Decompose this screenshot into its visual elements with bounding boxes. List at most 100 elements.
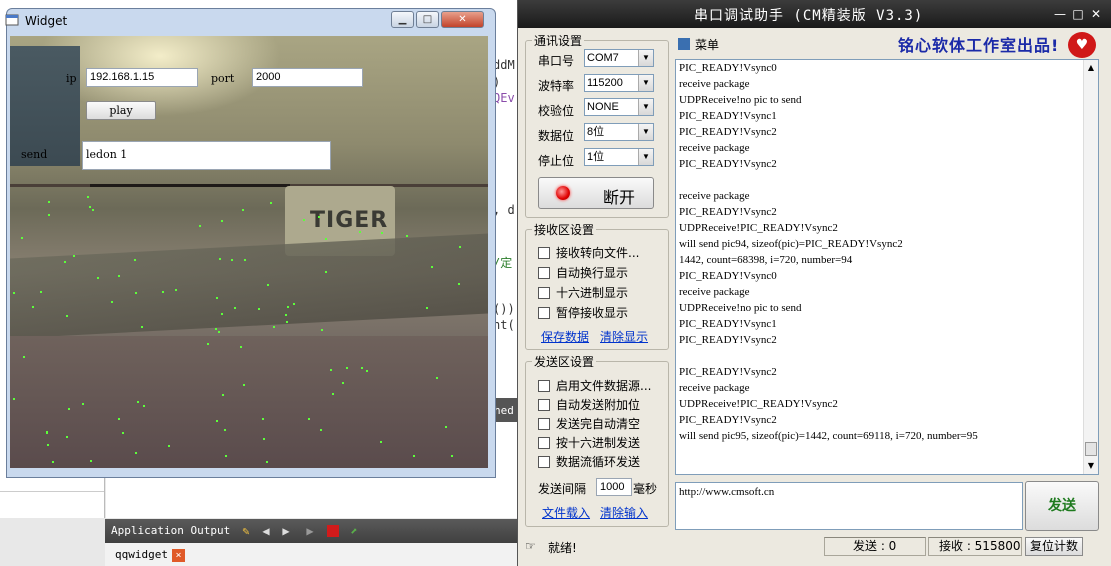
checkbox-box[interactable] <box>538 307 550 319</box>
checkbox-box[interactable] <box>538 418 550 430</box>
stopbits-select[interactable]: 1位 ▼ <box>584 148 654 166</box>
noise-dot <box>267 284 269 286</box>
send-input[interactable]: ledon 1 <box>82 141 331 170</box>
noise-dot <box>48 201 50 203</box>
receive-option-checkbox[interactable]: 十六进制显示 <box>538 284 628 301</box>
noise-dot <box>285 314 287 316</box>
send-option-checkbox[interactable]: 启用文件数据源... <box>538 377 651 394</box>
receive-line: receive package <box>679 286 750 298</box>
run-icon[interactable]: ▶ <box>303 524 317 538</box>
stopbits-value: 1位 <box>587 151 605 163</box>
send-text-area[interactable]: http://www.cmsoft.cn <box>675 482 1023 530</box>
close-button[interactable]: ✕ <box>1088 6 1104 22</box>
video-glitch-band <box>90 184 290 187</box>
noise-dot <box>216 420 218 422</box>
scroll-thumb[interactable] <box>1085 442 1097 456</box>
open-close-port-button[interactable]: 断开 <box>538 177 654 209</box>
receive-line: PIC_READY!Vsync2 <box>679 414 777 426</box>
file-load-link[interactable]: 文件载入 <box>542 504 590 521</box>
checkbox-box[interactable] <box>538 437 550 449</box>
noise-dot <box>361 367 363 369</box>
send-option-checkbox[interactable]: 数据流循环发送 <box>538 453 640 470</box>
group-title: 发送区设置 <box>532 353 597 370</box>
checkbox-label: 启用文件数据源... <box>556 379 652 393</box>
noise-dot <box>332 393 334 395</box>
clear-input-link[interactable]: 清除输入 <box>600 504 648 521</box>
scroll-up-icon[interactable]: ▲ <box>1084 60 1098 76</box>
noise-dot <box>366 370 368 372</box>
receive-option-checkbox[interactable]: 接收转向文件... <box>538 244 639 261</box>
checkbox-box[interactable] <box>538 247 550 259</box>
receive-line: PIC_READY!Vsync1 <box>679 110 777 122</box>
checkbox-label: 自动换行显示 <box>556 266 629 280</box>
checkbox-box[interactable] <box>538 267 550 279</box>
noise-dot <box>48 214 50 216</box>
receive-text-area[interactable]: PIC_READY!Vsync0 receive package UDPReceiv… <box>675 59 1099 475</box>
noise-dot <box>221 220 223 222</box>
checkbox-box[interactable] <box>538 456 550 468</box>
group-title: 通讯设置 <box>532 32 585 49</box>
port-label: port <box>211 72 235 85</box>
interval-unit: 毫秒 <box>633 482 658 496</box>
menu-button[interactable]: 菜单 <box>678 36 719 53</box>
close-icon[interactable]: × <box>171 548 185 562</box>
vertical-scrollbar[interactable]: ▲ ▼ <box>1083 60 1098 474</box>
port-select[interactable]: COM7 ▼ <box>584 49 654 67</box>
clear-output-icon[interactable]: ✎ <box>239 524 253 538</box>
receive-option-checkbox[interactable]: 自动换行显示 <box>538 264 628 281</box>
send-option-checkbox[interactable]: 按十六进制发送 <box>538 434 640 451</box>
send-option-checkbox[interactable]: 自动发送附加位 <box>538 396 640 413</box>
checkbox-box[interactable] <box>538 399 550 411</box>
noise-dot <box>168 445 170 447</box>
previous-icon[interactable]: ◀ <box>259 524 273 538</box>
receive-line: UDPReceive!PIC_READY!Vsync2 <box>679 398 838 410</box>
checkbox-box[interactable] <box>538 380 550 392</box>
code-fragment: ddM <box>493 58 515 72</box>
minimize-button[interactable]: ▁ <box>391 11 414 28</box>
noise-dot <box>240 346 242 348</box>
noise-dot <box>242 209 244 211</box>
maximize-button[interactable]: □ <box>1070 6 1086 22</box>
ip-input[interactable]: 192.168.1.15 <box>86 68 198 87</box>
send-option-checkbox[interactable]: 发送完自动清空 <box>538 415 640 432</box>
noise-dot <box>162 291 164 293</box>
checkbox-box[interactable] <box>538 287 550 299</box>
noise-dot <box>258 308 260 310</box>
clear-display-link[interactable]: 清除显示 <box>600 328 648 345</box>
tab-qqwidget[interactable]: qqwidget × <box>111 545 189 564</box>
receive-line: PIC_READY!Vsync2 <box>679 366 777 378</box>
noise-dot <box>320 429 322 431</box>
noise-dot <box>263 438 265 440</box>
maximize-button[interactable]: □ <box>416 11 439 28</box>
scroll-down-icon[interactable]: ▼ <box>1084 458 1098 474</box>
databits-select[interactable]: 8位 ▼ <box>584 123 654 141</box>
next-icon[interactable]: ▶ <box>279 524 293 538</box>
heart-logo-icon: ♥ <box>1068 32 1096 58</box>
parity-select[interactable]: NONE ▼ <box>584 98 654 116</box>
ide-editor-area <box>106 478 520 518</box>
menu-icon <box>678 38 690 50</box>
checkbox-label: 接收转向文件... <box>556 246 640 260</box>
reset-count-button[interactable]: 复位计数 <box>1025 537 1083 556</box>
save-data-link[interactable]: 保存数据 <box>541 328 589 345</box>
receive-option-checkbox[interactable]: 暂停接收显示 <box>538 304 628 321</box>
port-input[interactable]: 2000 <box>252 68 363 87</box>
port-value: COM7 <box>587 52 619 64</box>
noise-dot <box>111 301 113 303</box>
hand-icon: ☞ <box>525 539 536 553</box>
stop-icon[interactable] <box>327 525 339 537</box>
noise-dot <box>89 206 91 208</box>
close-button[interactable]: ✕ <box>441 11 484 28</box>
noise-dot <box>23 356 25 358</box>
baud-select[interactable]: 115200 ▼ <box>584 74 654 92</box>
play-button[interactable]: play <box>86 101 156 120</box>
checkbox-label: 按十六进制发送 <box>556 436 641 450</box>
send-button[interactable]: 发送 <box>1025 481 1099 531</box>
noise-dot <box>325 271 327 273</box>
attach-icon[interactable]: ⬈ <box>347 524 361 538</box>
application-output-label: Application Output <box>111 524 231 537</box>
minimize-button[interactable]: — <box>1052 6 1068 22</box>
noise-dot <box>330 369 332 371</box>
interval-input[interactable]: 1000 <box>596 478 632 496</box>
noise-dot <box>92 209 94 211</box>
